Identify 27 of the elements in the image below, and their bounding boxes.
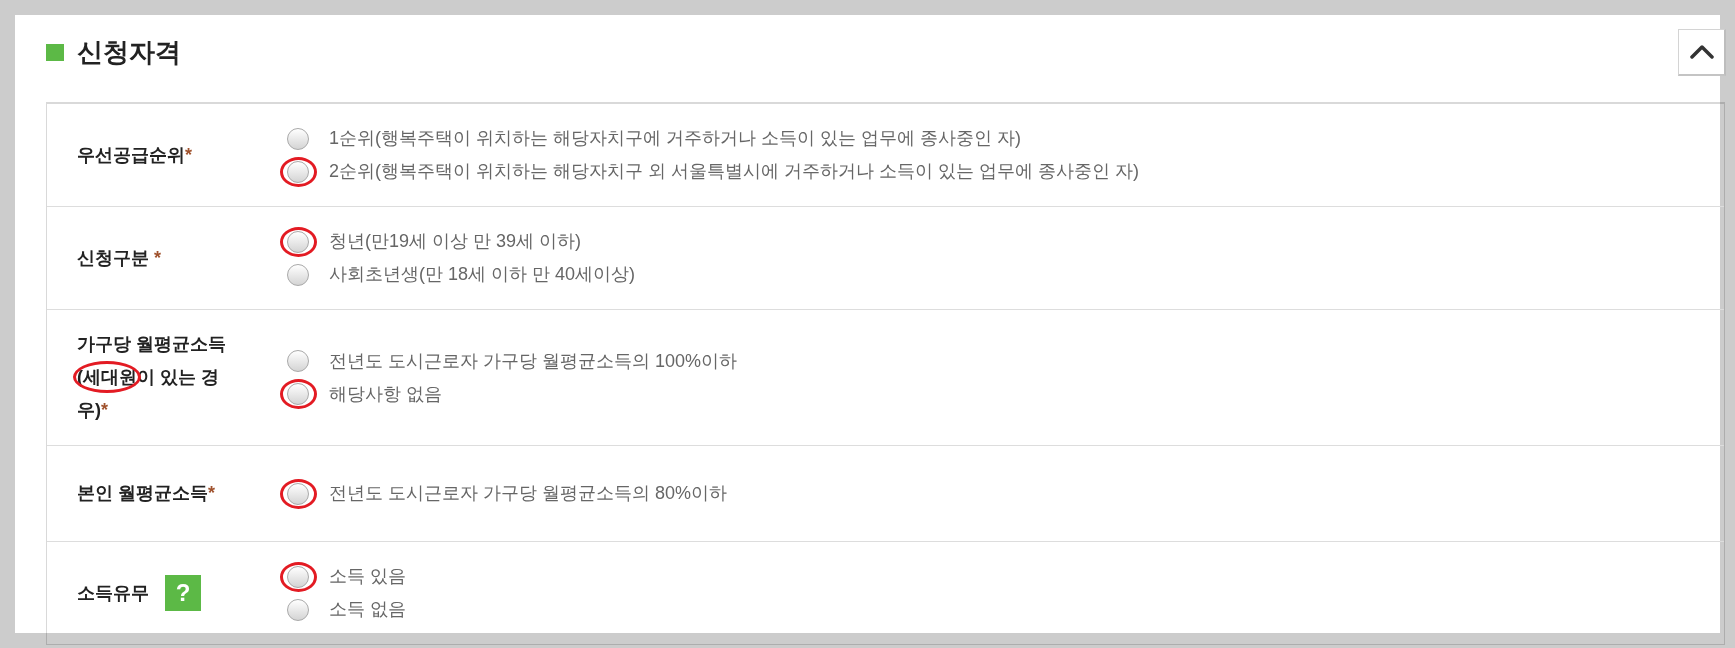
radio-button[interactable] bbox=[287, 350, 309, 372]
field-label: 신청구분 * bbox=[77, 246, 162, 270]
option-label: 소득 있음 bbox=[329, 565, 406, 588]
field-label: 소득유무 bbox=[77, 581, 149, 605]
option-label: 사회초년생(만 18세 이하 만 40세이상) bbox=[329, 263, 636, 286]
option-label: 소득 없음 bbox=[329, 598, 406, 621]
section-title: 신청자격 bbox=[77, 36, 181, 69]
radio-button[interactable] bbox=[287, 383, 309, 405]
collapse-button[interactable] bbox=[1678, 28, 1726, 76]
option-label: 2순위(행복주택이 위치하는 해당자치구 외 서울특별시에 거주하거나 소득이 있는 업무에 종사중인 자) bbox=[329, 160, 1139, 183]
option-label: 청년(만19세 이상 만 39세 이하) bbox=[329, 230, 582, 253]
radio-button[interactable] bbox=[287, 263, 309, 286]
radio-button[interactable] bbox=[287, 482, 309, 505]
radio-button[interactable] bbox=[287, 565, 309, 588]
radio-button[interactable] bbox=[287, 127, 309, 150]
radio-button[interactable] bbox=[287, 230, 309, 253]
radio-button[interactable] bbox=[287, 160, 309, 183]
chevron-up-icon bbox=[1689, 44, 1714, 59]
radio-button[interactable] bbox=[287, 598, 309, 621]
field-label: 우선공급순위* bbox=[77, 143, 192, 167]
option-label: 전년도 도시근로자 가구당 월평균소득의 100%이하 bbox=[329, 349, 738, 373]
field-label: 본인 월평균소득* bbox=[77, 482, 216, 505]
help-button[interactable]: ? bbox=[165, 575, 201, 611]
option-label: 1순위(행복주택이 위치하는 해당자치구에 거주하거나 소득이 있는 업무에 종사중인 자) bbox=[329, 127, 1021, 150]
square-bullet-icon bbox=[46, 43, 64, 61]
option-label: 해당사항 없음 bbox=[329, 382, 442, 406]
option-label: 전년도 도시근로자 가구당 월평균소득의 80%이하 bbox=[329, 482, 728, 505]
